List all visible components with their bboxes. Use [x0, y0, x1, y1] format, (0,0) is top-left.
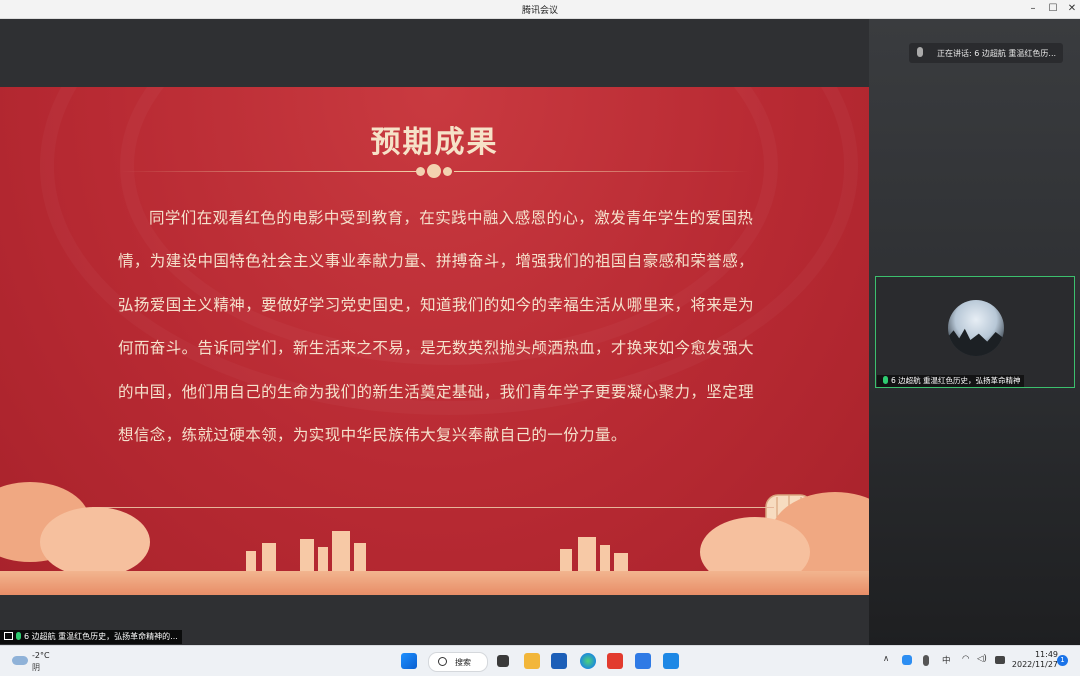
bottom-divider-line [92, 507, 774, 508]
title-divider-right [454, 171, 750, 172]
clock-date: 2022/11/27 [1011, 660, 1058, 669]
screen-share-icon [4, 632, 13, 640]
city-building [300, 539, 314, 573]
city-building [332, 531, 350, 573]
minimize-button[interactable]: – [1022, 1, 1044, 17]
wps-icon[interactable] [607, 653, 623, 669]
search-box[interactable]: 搜索 [428, 652, 488, 672]
weather-description: 阴 [32, 663, 40, 672]
start-button[interactable] [401, 653, 417, 669]
city-building [318, 547, 328, 573]
clock-time: 11:49 [1034, 650, 1058, 659]
wifi-icon[interactable]: ◠ [962, 654, 969, 664]
slide-body-text: 同学们在观看红色的电影中受到教育，在实践中融入感恩的心，激发青年学生的爱国热情，… [118, 209, 755, 445]
current-speaker-bar: 6 边超航 重温红色历史，弘扬革命精神的... [0, 630, 182, 644]
search-label: 搜索 [455, 658, 471, 667]
edge-browser-icon[interactable] [580, 653, 596, 669]
title-divider-left [120, 171, 416, 172]
tencent-meeting-icon[interactable] [635, 653, 651, 669]
chevron-up-icon[interactable]: ∧ [883, 654, 889, 664]
task-view-icon[interactable] [497, 655, 509, 667]
participant-name-tag: 6 边超航 重温红色历史，弘扬革命精神 [877, 375, 1024, 387]
current-speaker-label: 6 边超航 重温红色历史，弘扬革命精神的... [24, 632, 178, 641]
microphone-icon [917, 47, 923, 57]
divider-dot [427, 164, 441, 178]
microphone-icon [883, 376, 888, 384]
divider-dot [416, 167, 425, 176]
city-building [614, 553, 628, 573]
speaking-label: 正在讲话: 6 边超航 重温红色历... [937, 49, 1057, 58]
window-title: 腾讯会议 [521, 6, 558, 16]
speaking-indicator: 正在讲话: 6 边超航 重温红色历... [909, 43, 1063, 63]
avatar [948, 300, 1004, 356]
clock[interactable]: 11:49 2022/11/27 [1008, 650, 1058, 670]
notification-badge[interactable]: 1 [1057, 655, 1068, 666]
display-icon[interactable] [995, 656, 1005, 664]
word-icon[interactable] [551, 653, 567, 669]
city-building [578, 537, 596, 573]
slide-title: 预期成果 [370, 125, 499, 160]
city-building [600, 545, 610, 573]
tray-app-icon[interactable] [902, 655, 912, 665]
cloud-decoration [40, 507, 150, 577]
weather-widget[interactable]: -2°C 阴 [10, 650, 70, 672]
app-icon[interactable] [663, 653, 679, 669]
city-building [262, 543, 276, 573]
microphone-icon[interactable] [923, 655, 929, 666]
weather-temperature: -2°C [32, 651, 50, 660]
search-icon [438, 657, 447, 666]
taskbar: -2°C 阴 搜索 ∧ 中 ◠ ◁) 11:49 2022/11/27 1 [0, 645, 1080, 676]
microphone-icon [16, 632, 21, 640]
participant-name: 6 边超航 重温红色历史，弘扬革命精神 [891, 376, 1021, 385]
cloud-icon [12, 656, 28, 665]
city-building [354, 543, 366, 573]
presentation-slide: 预期成果 同学们在观看红色的电影中受到教育，在实践中融入感恩的心，激发青年学生的… [0, 87, 869, 595]
close-button[interactable]: ✕ [1061, 1, 1080, 17]
slide-ground-glow [0, 571, 869, 595]
divider-dot [443, 167, 452, 176]
window-title-bar: 腾讯会议 – ☐ ✕ [0, 0, 1080, 19]
file-explorer-icon[interactable] [524, 653, 540, 669]
volume-icon[interactable]: ◁) [977, 654, 987, 664]
ime-indicator[interactable]: 中 [942, 654, 951, 666]
city-building [246, 551, 256, 573]
participant-video-tile[interactable]: 6 边超航 重温红色历史，弘扬革命精神 [875, 276, 1075, 388]
city-building [560, 549, 572, 573]
